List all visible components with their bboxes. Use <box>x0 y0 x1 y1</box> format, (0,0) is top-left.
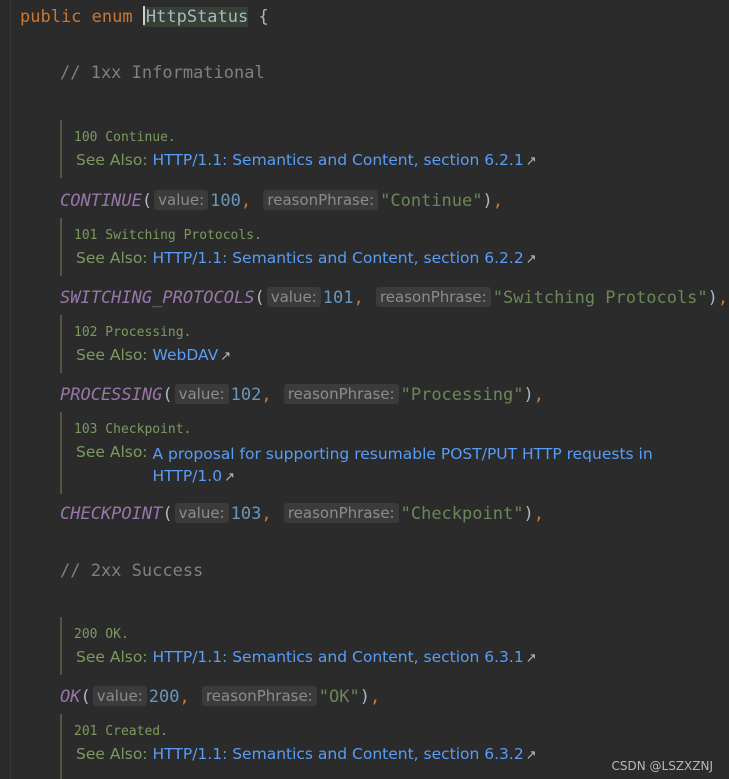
enum-constant-continue[interactable]: CONTINUE(value: 100, reasonPhrase: "Contin… <box>60 190 503 211</box>
external-link-icon: ↗ <box>525 651 537 666</box>
param-hint-reason: reasonPhrase: <box>263 190 379 210</box>
constant-name: SWITCHING_PROTOCOLS <box>60 288 255 308</box>
see-also-label: See Also: <box>76 745 148 763</box>
enum-constant-checkpoint[interactable]: CHECKPOINT(value: 103, reasonPhrase: "Chec… <box>60 503 544 524</box>
param-hint-value: value: <box>154 190 209 210</box>
doc-link[interactable]: HTTP/1.1: Semantics and Content, section… <box>153 249 524 267</box>
doc-see-also: See Also: WebDAV ↗ <box>76 346 231 364</box>
doc-description: 103 Checkpoint. <box>74 422 192 437</box>
doc-comment-created[interactable]: 201 Created. See Also: HTTP/1.1: Semanti… <box>60 714 537 779</box>
enum-constant-processing[interactable]: PROCESSING(value: 102, reasonPhrase: "Proc… <box>60 384 544 405</box>
param-hint-value: value: <box>174 503 229 523</box>
doc-description: 201 Created. <box>74 724 168 739</box>
param-hint-value: value: <box>92 686 147 706</box>
enum-constant-switching-protocols[interactable]: SWITCHING_PROTOCOLS(value: 101, reasonPhr… <box>60 287 728 308</box>
doc-description: 100 Continue. <box>74 130 176 145</box>
enum-constant-ok[interactable]: OK(value: 200, reasonPhrase: "OK"), <box>60 686 380 707</box>
doc-link[interactable]: A proposal for supporting resumable POST… <box>153 445 653 463</box>
constant-value: 101 <box>322 288 354 308</box>
external-link-icon: ↗ <box>525 252 537 267</box>
doc-comment-continue[interactable]: 100 Continue. See Also: HTTP/1.1: Semant… <box>60 120 537 178</box>
enum-keyword: enum <box>91 7 133 27</box>
param-hint-reason: reasonPhrase: <box>375 287 491 307</box>
param-hint-reason: reasonPhrase: <box>283 384 399 404</box>
param-hint-reason: reasonPhrase: <box>283 503 399 523</box>
constant-value: 100 <box>210 191 241 211</box>
doc-see-also: See Also: HTTP/1.1: Semantics and Conten… <box>76 249 537 267</box>
doc-see-also: See Also: HTTP/1.1: Semantics and Conten… <box>76 745 537 763</box>
constant-name: PROCESSING <box>60 385 163 405</box>
param-hint-value: value: <box>174 384 229 404</box>
param-hint-reason: reasonPhrase: <box>201 686 317 706</box>
editor-gutter-border <box>10 0 11 779</box>
doc-link[interactable]: HTTP/1.1: Semantics and Content, section… <box>153 745 524 763</box>
doc-comment-checkpoint[interactable]: 103 Checkpoint. See Also: A proposal for… <box>60 412 720 494</box>
constant-value: 103 <box>230 504 262 524</box>
constant-reason: "Continue" <box>380 191 483 211</box>
constant-reason: "OK" <box>318 687 360 707</box>
doc-link[interactable]: HTTP/1.1: Semantics and Content, section… <box>153 648 524 666</box>
constant-name: CONTINUE <box>60 191 142 211</box>
watermark: CSDN @LSZXZNJ <box>611 759 713 773</box>
doc-link[interactable]: HTTP/1.1: Semantics and Content, section… <box>153 151 524 169</box>
class-name[interactable]: HttpStatus <box>142 6 249 27</box>
doc-description: 101 Switching Protocols. <box>74 228 262 243</box>
doc-description: 200 OK. <box>74 627 129 642</box>
enum-declaration[interactable]: public enum HttpStatus { <box>20 6 269 27</box>
comment-success[interactable]: // 2xx Success <box>60 561 203 581</box>
see-also-label: See Also: <box>76 249 148 267</box>
comment-informational[interactable]: // 1xx Informational <box>60 63 265 83</box>
external-link-icon: ↗ <box>224 470 235 485</box>
doc-comment-switching-protocols[interactable]: 101 Switching Protocols. See Also: HTTP/… <box>60 218 537 276</box>
doc-comment-processing[interactable]: 102 Processing. See Also: WebDAV ↗ <box>60 315 231 373</box>
external-link-icon: ↗ <box>525 748 537 763</box>
constant-reason: "Processing" <box>400 385 524 405</box>
constant-name: OK <box>60 687 81 707</box>
constant-reason: "Checkpoint" <box>400 504 524 524</box>
doc-description: 102 Processing. <box>74 325 192 340</box>
see-also-label: See Also: <box>76 346 148 364</box>
see-also-label: See Also: <box>76 648 148 666</box>
public-keyword: public <box>20 7 82 27</box>
constant-value: 200 <box>148 687 180 707</box>
doc-comment-ok[interactable]: 200 OK. See Also: HTTP/1.1: Semantics an… <box>60 617 537 675</box>
doc-link[interactable]: WebDAV <box>153 346 219 364</box>
see-also-label: See Also: <box>76 151 148 169</box>
external-link-icon: ↗ <box>220 349 232 364</box>
constant-reason: "Switching Protocols" <box>492 288 708 308</box>
constant-name: CHECKPOINT <box>60 504 163 524</box>
see-also-label: See Also: <box>76 443 148 461</box>
doc-link-continued[interactable]: HTTP/1.0 <box>153 467 223 485</box>
doc-see-also: See Also: HTTP/1.1: Semantics and Conten… <box>76 648 537 666</box>
doc-see-also: See Also: HTTP/1.1: Semantics and Conten… <box>76 151 537 169</box>
open-brace: { <box>258 7 269 27</box>
text-caret <box>142 6 145 25</box>
constant-value: 102 <box>230 385 262 405</box>
doc-see-also: See Also: A proposal for supporting resu… <box>76 443 720 489</box>
param-hint-value: value: <box>266 287 321 307</box>
external-link-icon: ↗ <box>525 154 537 169</box>
